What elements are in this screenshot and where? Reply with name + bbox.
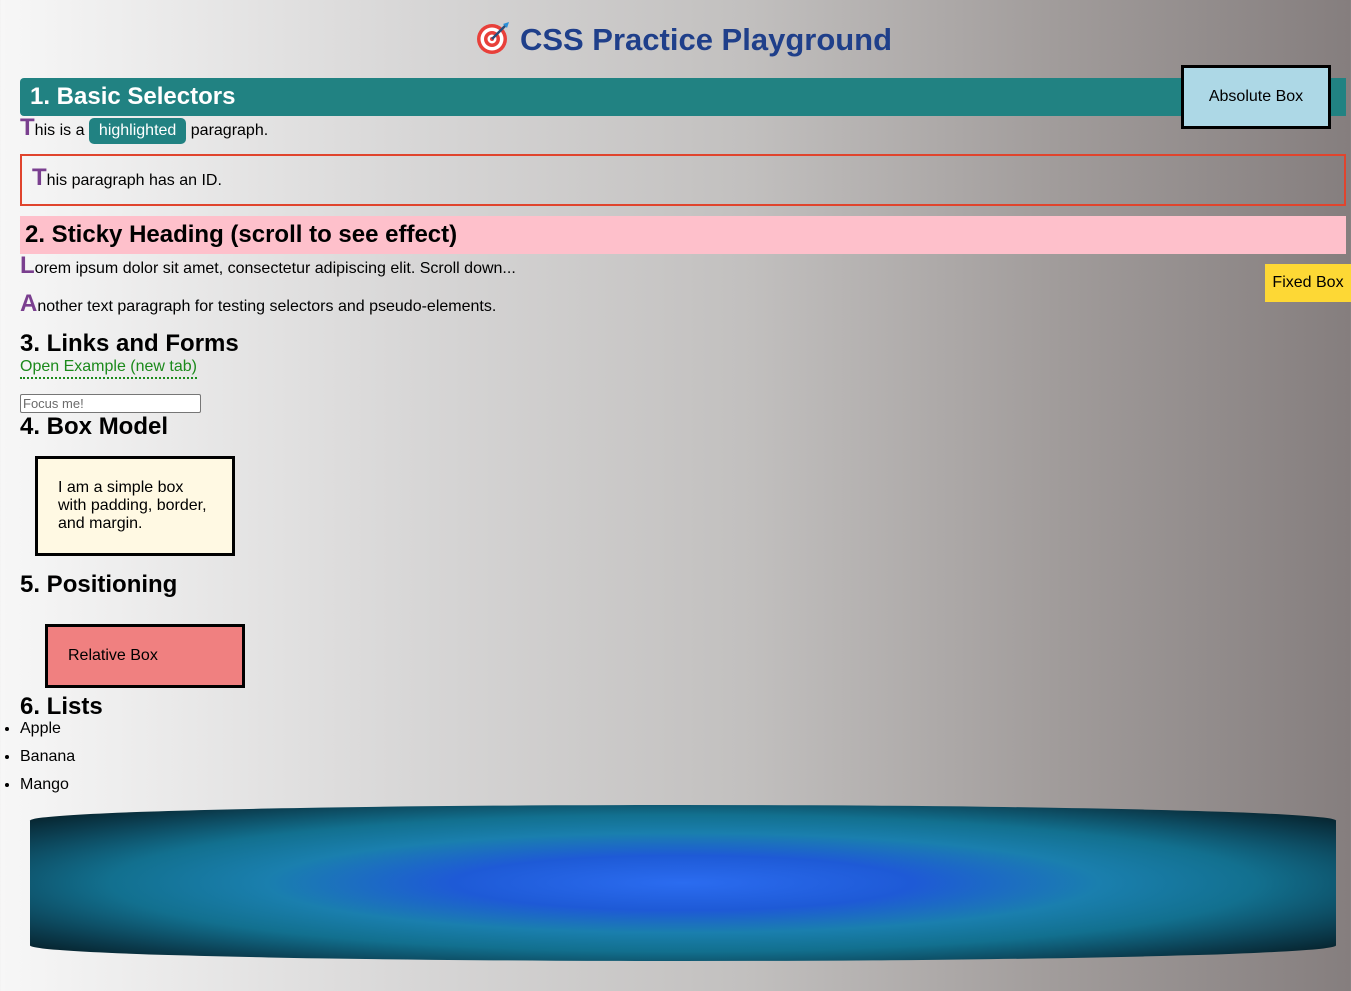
open-example-link[interactable]: Open Example (new tab): [20, 357, 197, 379]
paragraph-text: his paragraph has an ID.: [46, 172, 222, 189]
list-item: Apple: [20, 718, 75, 740]
list-item: Mango: [20, 774, 75, 796]
highlighted-span: highlighted: [88, 118, 187, 144]
fruit-list: Apple Banana Mango: [0, 718, 75, 802]
relative-box: Relative Box: [45, 624, 245, 688]
heading-positioning: 5. Positioning: [20, 571, 178, 598]
list-item: Banana: [20, 746, 75, 768]
first-letter: T: [20, 114, 35, 141]
heading-links-forms: 3. Links and Forms: [20, 330, 239, 357]
paragraph-text: his is a: [34, 122, 89, 139]
heading-basic-selectors: 1. Basic Selectors: [20, 78, 1346, 116]
absolute-box: Absolute Box: [1181, 65, 1331, 129]
fixed-box: Fixed Box: [1265, 264, 1351, 302]
target-icon: [476, 22, 509, 54]
sticky-heading: 2. Sticky Heading (scroll to see effect): [20, 216, 1346, 254]
first-letter: T: [32, 164, 47, 191]
simple-box: I am a simple box with padding, border, …: [35, 456, 235, 556]
radial-gradient-box: [30, 805, 1336, 961]
paragraph-text: nother text paragraph for testing select…: [37, 298, 497, 315]
page-title-text: CSS Practice Playground: [519, 22, 893, 57]
page-title: CSS Practice Playground: [0, 20, 1351, 60]
paragraph-text: orem ipsum dolor sit amet, consectetur a…: [34, 260, 516, 277]
paragraph-text: paragraph.: [186, 122, 269, 139]
paragraph-another: Another text paragraph for testing selec…: [20, 292, 497, 318]
first-letter: L: [20, 252, 35, 279]
focus-input[interactable]: [20, 394, 201, 413]
paragraph-lorem: Lorem ipsum dolor sit amet, consectetur …: [20, 254, 516, 280]
paragraph-highlighted: This is a highlighted paragraph.: [20, 116, 269, 144]
heading-box-model: 4. Box Model: [20, 413, 169, 440]
paragraph-with-id: This paragraph has an ID.: [20, 154, 1346, 206]
first-letter: A: [20, 290, 38, 317]
